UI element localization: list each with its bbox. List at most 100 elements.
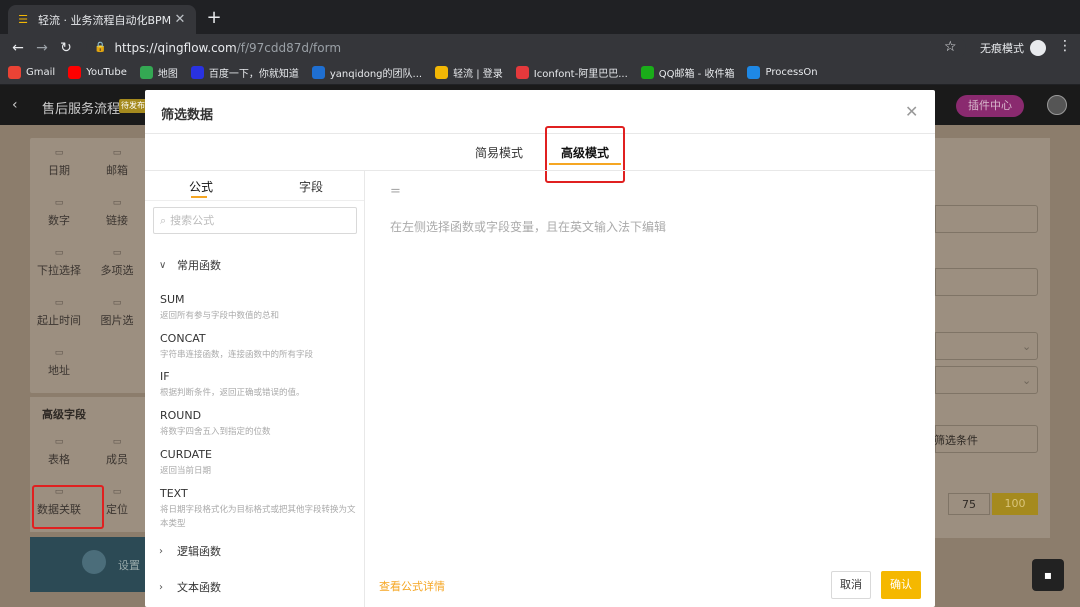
back-icon[interactable]: ‹ — [12, 97, 18, 113]
advanced-field-item[interactable]: ▭ 成员 — [88, 427, 146, 477]
youtube-icon — [68, 66, 82, 79]
incognito-label: 无痕模式 — [980, 42, 1024, 55]
incognito-indicator[interactable]: 无痕模式 — [980, 40, 1046, 56]
bookmark-item[interactable]: ProcessOn — [747, 66, 818, 79]
field-type-item[interactable]: ▭ 多项选 — [88, 238, 146, 288]
reload-icon[interactable]: ↻ — [54, 40, 78, 56]
close-tab-icon[interactable]: ✕ — [172, 12, 188, 27]
field-type-item[interactable]: ▭ 日期 — [30, 138, 88, 188]
tab-simple-mode[interactable]: 简易模式 — [475, 144, 523, 161]
right-input-2[interactable] — [935, 268, 1038, 296]
formula-search[interactable]: ⌕ — [153, 207, 357, 234]
status-badge: 待发布 — [119, 99, 147, 113]
baidu-icon — [190, 66, 204, 79]
chevron-right-icon: › — [159, 545, 163, 557]
field-type-item[interactable]: ▭ 图片选 — [88, 288, 146, 338]
settings-promo[interactable]: 设置 — [30, 537, 146, 592]
field-type-icon: ▭ — [112, 437, 122, 447]
maps-icon — [139, 66, 153, 79]
chat-icon[interactable]: ▪ — [1032, 559, 1064, 591]
group-text-functions[interactable]: › 文本函数 — [159, 579, 221, 595]
bookmark-item[interactable]: 地图 — [139, 65, 178, 80]
function-description: 根据判断条件，返回正确或错误的值。 — [160, 388, 305, 398]
bookmark-label: 百度一下，你就知道 — [208, 69, 299, 80]
field-type-item[interactable]: ▭ 链接 — [88, 188, 146, 238]
field-type-item[interactable]: ▭ 起止时间 — [30, 288, 88, 338]
function-description: 将数字四舍五入到指定的位数 — [160, 427, 271, 437]
field-type-item[interactable]: ▭ 下拉选择 — [30, 238, 88, 288]
highlight-box — [32, 485, 104, 529]
cancel-button[interactable]: 取消 — [831, 571, 871, 599]
chevron-down-icon: ⌄ — [1022, 374, 1032, 387]
lock-icon: 🔒 — [94, 42, 107, 53]
group-common-functions[interactable]: ∨ 常用函数 — [159, 257, 221, 273]
bookmark-label: QQ邮箱 - 收件箱 — [658, 69, 735, 80]
modal-title: 筛选数据 — [161, 108, 214, 123]
function-item[interactable]: SUM 返回所有参与字段中数值的总和 — [160, 293, 356, 323]
advanced-field-item[interactable]: ▭ 表格 — [30, 427, 88, 477]
field-type-item[interactable]: ▭ 数字 — [30, 188, 88, 238]
browser-tab-title: 轻流 · 业务流程自动化BPM — [38, 13, 172, 27]
function-name: TEXT — [160, 487, 188, 500]
highlight-box — [545, 126, 625, 183]
tab-fields[interactable]: 字段 — [299, 178, 323, 195]
new-tab-icon[interactable]: + — [204, 8, 224, 28]
field-type-label: 多项选 — [100, 264, 134, 277]
browser-tab[interactable]: ☰ 轻流 · 业务流程自动化BPM ✕ — [8, 5, 196, 34]
browser-tab-bar: ☰ 轻流 · 业务流程自动化BPM ✕ + — [0, 0, 1080, 34]
url-text: https://qingflow.com/f/97cdd87d/form — [114, 41, 341, 55]
plugin-center-button[interactable]: 插件中心 — [956, 95, 1024, 117]
field-type-item[interactable]: ▭ 地址 — [30, 338, 88, 388]
address-bar[interactable]: 🔒 https://qingflow.com/f/97cdd87d/form — [86, 36, 966, 59]
bookmark-label: yanqidong的团队... — [329, 69, 423, 80]
bookmark-item[interactable]: YouTube — [68, 66, 127, 79]
bookmark-label: Gmail — [26, 67, 56, 78]
field-type-icon: ▭ — [112, 198, 122, 208]
avatar[interactable] — [1047, 95, 1067, 115]
qingflow-favicon-icon: ☰ — [18, 13, 28, 26]
field-type-item[interactable]: ▭ 邮箱 — [88, 138, 146, 188]
bookmark-label: ProcessOn — [765, 67, 818, 78]
back-arrow-icon[interactable]: ← — [6, 40, 30, 56]
field-type-icon: ▭ — [54, 198, 64, 208]
bookmark-item[interactable]: QQ邮箱 - 收件箱 — [640, 65, 735, 80]
function-item[interactable]: TEXT 将日期字段格式化为目标格式或把其他字段转换为文本类型 — [160, 487, 356, 531]
bookmark-item[interactable]: Iconfont-阿里巴巴... — [515, 65, 628, 80]
field-type-icon: ▭ — [54, 348, 64, 358]
confirm-button[interactable]: 确认 — [881, 571, 921, 599]
group-label: 逻辑函数 — [177, 545, 221, 558]
bookmark-item[interactable]: 百度一下，你就知道 — [190, 65, 299, 80]
bookmark-label: Iconfont-阿里巴巴... — [533, 69, 628, 80]
function-item[interactable]: IF 根据判断条件，返回正确或错误的值。 — [160, 370, 356, 400]
field-type-label: 日期 — [48, 164, 70, 177]
right-input-1[interactable] — [935, 205, 1038, 233]
search-input[interactable] — [170, 214, 341, 227]
close-icon[interactable]: ✕ — [905, 102, 918, 121]
formula-editor[interactable]: 在左侧选择函数或字段变量，且在英文输入法下编辑 — [390, 218, 666, 235]
function-name: SUM — [160, 293, 185, 306]
group-label: 文本函数 — [177, 581, 221, 594]
active-tab-indicator — [191, 196, 207, 198]
field-type-icon: ▭ — [54, 148, 64, 158]
bookmark-label: 轻流 | 登录 — [453, 69, 503, 80]
chevron-down-icon: ∨ — [159, 259, 167, 271]
bookmark-star-icon[interactable]: ☆ — [944, 39, 957, 55]
browser-menu-icon[interactable]: ⋮ — [1058, 38, 1072, 54]
bookmark-item[interactable]: Gmail — [8, 66, 55, 79]
bookmark-item[interactable]: 轻流 | 登录 — [435, 65, 503, 80]
url-path: /f/97cdd87d/form — [236, 40, 342, 55]
incognito-icon — [1030, 40, 1046, 56]
bookmark-item[interactable]: yanqidong的团队... — [311, 65, 423, 80]
tab-formula[interactable]: 公式 — [189, 178, 213, 195]
function-item[interactable]: CURDATE 返回当前日期 — [160, 448, 356, 478]
segment-100[interactable]: 100 — [992, 493, 1038, 515]
function-name: ROUND — [160, 409, 202, 422]
formula-details-link[interactable]: 查看公式详情 — [379, 578, 445, 594]
function-item[interactable]: CONCAT 字符串连接函数，连接函数中的所有字段 — [160, 332, 356, 362]
segment-75[interactable]: 75 — [948, 493, 990, 515]
forward-arrow-icon[interactable]: → — [30, 40, 54, 56]
field-type-label: 表格 — [48, 453, 70, 466]
field-type-label: 数字 — [48, 214, 70, 227]
group-logic-functions[interactable]: › 逻辑函数 — [159, 543, 221, 559]
function-item[interactable]: ROUND 将数字四舍五入到指定的位数 — [160, 409, 356, 439]
